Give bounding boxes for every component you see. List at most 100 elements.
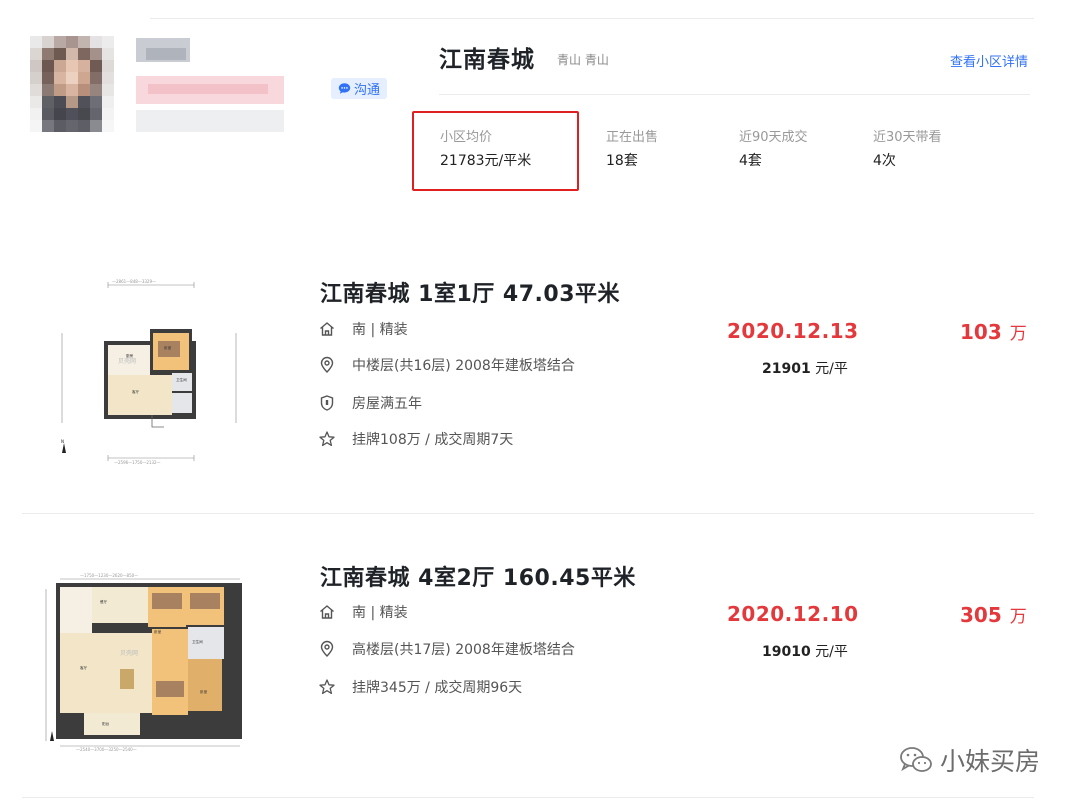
avatar-pixel	[102, 120, 114, 132]
avatar-pixel	[30, 36, 42, 48]
star-icon	[319, 431, 335, 447]
avatar-pixel	[78, 72, 90, 84]
stat-value: 4次	[873, 153, 896, 169]
svg-text:—2596—1750—2132—: —2596—1750—2132—	[114, 460, 161, 465]
star-icon	[319, 679, 335, 695]
avatar-pixel	[78, 108, 90, 120]
avatar-pixel	[42, 108, 54, 120]
avatar-pixel	[42, 48, 54, 60]
stat-label: 近30天带看	[873, 130, 942, 145]
listing-deal: 挂牌108万 / 成交周期7天	[318, 429, 513, 449]
svg-text:N: N	[61, 439, 64, 444]
bottom-divider	[22, 797, 1034, 798]
avatar-pixel	[90, 48, 102, 60]
listing-orientation: 南 | 精装	[318, 602, 408, 622]
svg-text:—2540—3700—3250—2540—: —2540—3700—3250—2540—	[76, 747, 137, 751]
svg-text:—2861—848—3329—: —2861—848—3329—	[112, 279, 156, 284]
avatar-pixel	[102, 36, 114, 48]
stat-value: 4套	[739, 153, 762, 169]
floorplan-image[interactable]: —1750—1230—2620—850— —2540—3700—3250—254…	[40, 573, 250, 751]
avatar-pixel	[30, 84, 42, 96]
svg-text:阳台: 阳台	[102, 721, 110, 726]
top-divider	[150, 18, 1034, 19]
floor-text: 高楼层(共17层) 2008年建板塔结合	[352, 642, 575, 658]
house-icon	[320, 322, 334, 336]
unit-price-suffix: 元/平	[815, 361, 848, 377]
avatar-pixel	[90, 60, 102, 72]
avatar-pixel	[78, 96, 90, 108]
listing-divider	[22, 513, 1034, 514]
avatar-pixel	[66, 120, 78, 132]
svg-text:贝壳网: 贝壳网	[118, 357, 136, 365]
community-name[interactable]: 江南春城	[439, 40, 535, 74]
avatar-pixel	[54, 36, 66, 48]
avatar-pixel	[66, 84, 78, 96]
svg-text:餐厅: 餐厅	[100, 599, 108, 604]
avatar-pixel	[66, 36, 78, 48]
floor-text: 中楼层(共16层) 2008年建板塔结合	[352, 358, 575, 374]
svg-text:客厅: 客厅	[132, 389, 140, 394]
svg-text:卧室: 卧室	[200, 689, 208, 694]
house-icon	[320, 605, 334, 619]
avatar-pixel	[78, 120, 90, 132]
location-pin-icon	[320, 356, 334, 373]
listing-tag: 房屋满五年	[318, 393, 422, 413]
orientation-text: 南 | 精装	[352, 605, 408, 621]
community-detail-link[interactable]: 查看小区详情	[950, 51, 1028, 70]
listing-floor: 中楼层(共16层) 2008年建板塔结合	[318, 355, 575, 375]
avatar-pixel	[66, 72, 78, 84]
unit-price: 21901 元/平	[762, 358, 848, 378]
avatar-pixel	[90, 108, 102, 120]
floorplan-image[interactable]: —2861—848—3329— —2596—1750—2132— 贝壳网 厨房 卧…	[52, 275, 248, 467]
avatar-pixel	[90, 36, 102, 48]
avatar-pixel	[102, 84, 114, 96]
deal-text: 挂牌345万 / 成交周期96天	[352, 680, 523, 696]
avatar-pixel	[90, 72, 102, 84]
community-area: 青山 青山	[557, 53, 609, 67]
avatar-pixel	[42, 84, 54, 96]
chat-button[interactable]: 沟通	[331, 78, 387, 99]
avatar-pixel	[42, 96, 54, 108]
avatar-pixel	[42, 36, 54, 48]
avatar-pixel	[54, 48, 66, 60]
avatar-pixel	[42, 60, 54, 72]
unit-price-value: 19010	[762, 644, 811, 660]
location-pin-icon	[320, 640, 334, 657]
avg-price-highlight	[412, 111, 579, 191]
total-price-unit: 万	[1009, 324, 1027, 344]
listing-deal: 挂牌345万 / 成交周期96天	[318, 677, 522, 697]
avatar-pixel	[102, 72, 114, 84]
avatar-pixel	[42, 120, 54, 132]
avatar-pixel	[42, 72, 54, 84]
avatar-pixel	[54, 108, 66, 120]
avatar-pixel	[30, 108, 42, 120]
svg-text:贝壳网: 贝壳网	[120, 649, 138, 657]
listing-title[interactable]: 江南春城 4室2厅 160.45平米	[320, 560, 636, 592]
avatar-pixel	[30, 60, 42, 72]
svg-text:卫生间: 卫生间	[192, 639, 203, 644]
agent-info-blurred	[136, 38, 286, 134]
stat-label: 正在出售	[606, 130, 659, 145]
unit-price-suffix: 元/平	[815, 644, 848, 660]
avatar-pixel	[54, 60, 66, 72]
listing-floor: 高楼层(共17层) 2008年建板塔结合	[318, 639, 575, 659]
orientation-text: 南 | 精装	[352, 322, 408, 338]
stat-label: 近90天成交	[739, 130, 808, 145]
avatar-pixel	[30, 96, 42, 108]
avatar-pixel	[102, 48, 114, 60]
stat-value: 18套	[606, 153, 638, 169]
avatar-pixel	[90, 96, 102, 108]
deal-text: 挂牌108万 / 成交周期7天	[352, 432, 514, 448]
avatar-pixel	[90, 120, 102, 132]
agent-avatar[interactable]	[30, 36, 114, 132]
shield-icon	[320, 395, 334, 411]
avatar-pixel	[54, 96, 66, 108]
wechat-icon	[900, 747, 932, 772]
total-price-unit: 万	[1009, 607, 1027, 627]
listing-title[interactable]: 江南春城 1室1厅 47.03平米	[320, 276, 620, 308]
unit-price: 19010 元/平	[762, 641, 848, 661]
unit-price-value: 21901	[762, 361, 811, 377]
avatar-pixel	[66, 96, 78, 108]
stat-on-sale: 正在出售 18套	[606, 126, 658, 170]
stat-30day-visits: 近30天带看 4次	[873, 126, 942, 170]
